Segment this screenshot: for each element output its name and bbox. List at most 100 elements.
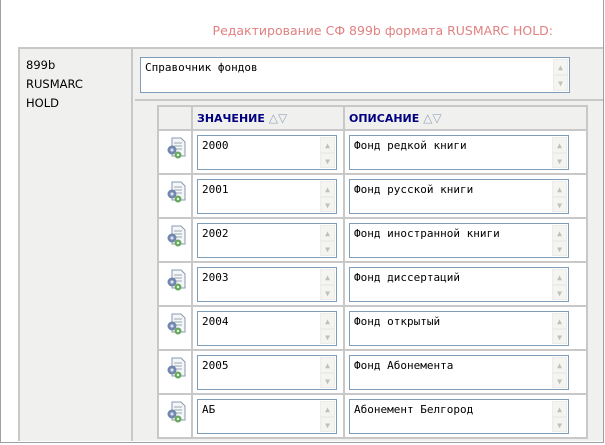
description-text: Фонд иностранной книги [354, 227, 500, 240]
scrollbar[interactable]: ▲ ▼ [320, 357, 335, 388]
scrollbar[interactable]: ▲ ▼ [552, 225, 567, 256]
field-value-cell: Справочник фондов ▲ ▼ [135, 49, 603, 101]
sort-asc-icon[interactable]: △ [269, 111, 278, 125]
scroll-down-icon[interactable]: ▼ [552, 240, 567, 256]
field-table: 899b RUSMARC HOLD Справочник фондов ▲ ▼ З… [18, 47, 603, 441]
scroll-up-icon[interactable]: ▲ [552, 181, 567, 197]
value-textarea[interactable]: 2001 ▲ ▼ [197, 179, 337, 214]
value-textarea[interactable]: 2004 ▲ ▼ [197, 311, 337, 346]
scroll-up-icon[interactable]: ▲ [552, 225, 567, 241]
value-text: 2001 [202, 183, 229, 196]
edit-record-icon[interactable] [166, 401, 186, 423]
scroll-up-icon[interactable]: ▲ [320, 137, 335, 153]
sort-desc-icon[interactable]: ▽ [278, 111, 287, 125]
scrollbar[interactable]: ▲ ▼ [553, 59, 568, 91]
edit-record-icon[interactable] [166, 225, 186, 247]
value-text: 2005 [202, 359, 229, 372]
field-value-textarea[interactable]: Справочник фондов ▲ ▼ [140, 57, 570, 93]
description-textarea[interactable]: Фонд русской книги ▲ ▼ [349, 179, 569, 214]
page-frame: Редактирование СФ 899b формата RUSMARC H… [0, 0, 604, 443]
scrollbar[interactable]: ▲ ▼ [320, 181, 335, 212]
value-text: АБ [202, 403, 216, 416]
column-value-header[interactable]: ЗНАЧЕНИЕ △▽ [197, 111, 287, 125]
value-text: 2003 [202, 271, 229, 284]
scrollbar[interactable]: ▲ ▼ [552, 137, 567, 168]
scroll-up-icon[interactable]: ▲ [320, 269, 335, 285]
column-value-label: ЗНАЧЕНИЕ [197, 112, 265, 125]
scroll-down-icon[interactable]: ▼ [552, 416, 567, 432]
value-textarea[interactable]: 2003 ▲ ▼ [197, 267, 337, 302]
edit-record-icon[interactable] [166, 181, 186, 203]
field-type: HOLD [26, 96, 59, 110]
table-row: 2000 ▲ ▼ Фонд редкой книги ▲ ▼ [159, 131, 586, 175]
scroll-down-icon[interactable]: ▼ [320, 152, 335, 168]
scroll-up-icon[interactable]: ▲ [320, 181, 335, 197]
scroll-up-icon[interactable]: ▲ [320, 401, 335, 417]
scroll-up-icon[interactable]: ▲ [552, 269, 567, 285]
description-textarea[interactable]: Фонд Абонемента ▲ ▼ [349, 355, 569, 390]
scroll-down-icon[interactable]: ▼ [552, 372, 567, 388]
description-textarea[interactable]: Фонд редкой книги ▲ ▼ [349, 135, 569, 170]
scrollbar[interactable]: ▲ ▼ [552, 269, 567, 300]
value-text: 2002 [202, 227, 229, 240]
table-row: 2005 ▲ ▼ Фонд Абонемента ▲ ▼ [159, 351, 586, 395]
value-textarea[interactable]: 2000 ▲ ▼ [197, 135, 337, 170]
edit-record-icon[interactable] [166, 357, 186, 379]
scroll-down-icon[interactable]: ▼ [320, 372, 335, 388]
column-description-header[interactable]: ОПИСАНИЕ △▽ [349, 111, 442, 125]
value-textarea[interactable]: 2002 ▲ ▼ [197, 223, 337, 258]
scrollbar[interactable]: ▲ ▼ [320, 225, 335, 256]
scroll-down-icon[interactable]: ▼ [320, 416, 335, 432]
scroll-up-icon[interactable]: ▲ [320, 357, 335, 373]
description-text: Фонд редкой книги [354, 139, 467, 152]
scroll-down-icon[interactable]: ▼ [552, 152, 567, 168]
column-description-label: ОПИСАНИЕ [349, 112, 420, 125]
description-text: Фонд русской книги [354, 183, 474, 196]
column-divider [191, 107, 193, 439]
description-text: Фонд Абонемента [354, 359, 454, 372]
scroll-down-icon[interactable]: ▼ [552, 196, 567, 212]
edit-record-icon[interactable] [166, 269, 186, 291]
scroll-up-icon[interactable]: ▲ [552, 313, 567, 329]
edit-record-icon[interactable] [166, 137, 186, 159]
scrollbar[interactable]: ▲ ▼ [320, 401, 335, 432]
scroll-down-icon[interactable]: ▼ [320, 240, 335, 256]
scroll-up-icon[interactable]: ▲ [552, 401, 567, 417]
description-textarea[interactable]: Абонемент Белгород ▲ ▼ [349, 399, 569, 434]
description-textarea[interactable]: Фонд открытый ▲ ▼ [349, 311, 569, 346]
scrollbar[interactable]: ▲ ▼ [552, 313, 567, 344]
scrollbar[interactable]: ▲ ▼ [552, 357, 567, 388]
scroll-down-icon[interactable]: ▼ [320, 284, 335, 300]
table-row: 2002 ▲ ▼ Фонд иностранной книги ▲ ▼ [159, 219, 586, 263]
scroll-up-icon[interactable]: ▲ [552, 357, 567, 373]
description-text: Абонемент Белгород [354, 403, 474, 416]
scrollbar[interactable]: ▲ ▼ [552, 401, 567, 432]
column-divider [343, 107, 345, 439]
scrollbar[interactable]: ▲ ▼ [320, 137, 335, 168]
scroll-down-icon[interactable]: ▼ [320, 196, 335, 212]
scroll-down-icon[interactable]: ▼ [552, 284, 567, 300]
table-header: ЗНАЧЕНИЕ △▽ ОПИСАНИЕ △▽ [159, 107, 586, 131]
description-textarea[interactable]: Фонд иностранной книги ▲ ▼ [349, 223, 569, 258]
table-row: АБ ▲ ▼ Абонемент Белгород ▲ ▼ [159, 395, 586, 439]
scroll-up-icon[interactable]: ▲ [320, 313, 335, 329]
sort-asc-icon[interactable]: △ [423, 111, 432, 125]
scrollbar[interactable]: ▲ ▼ [320, 313, 335, 344]
scroll-down-icon[interactable]: ▼ [320, 328, 335, 344]
value-text: 2000 [202, 139, 229, 152]
scroll-up-icon[interactable]: ▲ [553, 59, 568, 75]
value-textarea[interactable]: АБ ▲ ▼ [197, 399, 337, 434]
value-text: 2004 [202, 315, 229, 328]
description-textarea[interactable]: Фонд диссертаций ▲ ▼ [349, 267, 569, 302]
scroll-down-icon[interactable]: ▼ [553, 75, 568, 91]
sort-desc-icon[interactable]: ▽ [432, 111, 441, 125]
scroll-down-icon[interactable]: ▼ [552, 328, 567, 344]
scroll-up-icon[interactable]: ▲ [552, 137, 567, 153]
scroll-up-icon[interactable]: ▲ [320, 225, 335, 241]
edit-record-icon[interactable] [166, 313, 186, 335]
table-row: 2001 ▲ ▼ Фонд русской книги ▲ ▼ [159, 175, 586, 219]
scrollbar[interactable]: ▲ ▼ [320, 269, 335, 300]
description-text: Фонд диссертаций [354, 271, 460, 284]
scrollbar[interactable]: ▲ ▼ [552, 181, 567, 212]
value-textarea[interactable]: 2005 ▲ ▼ [197, 355, 337, 390]
